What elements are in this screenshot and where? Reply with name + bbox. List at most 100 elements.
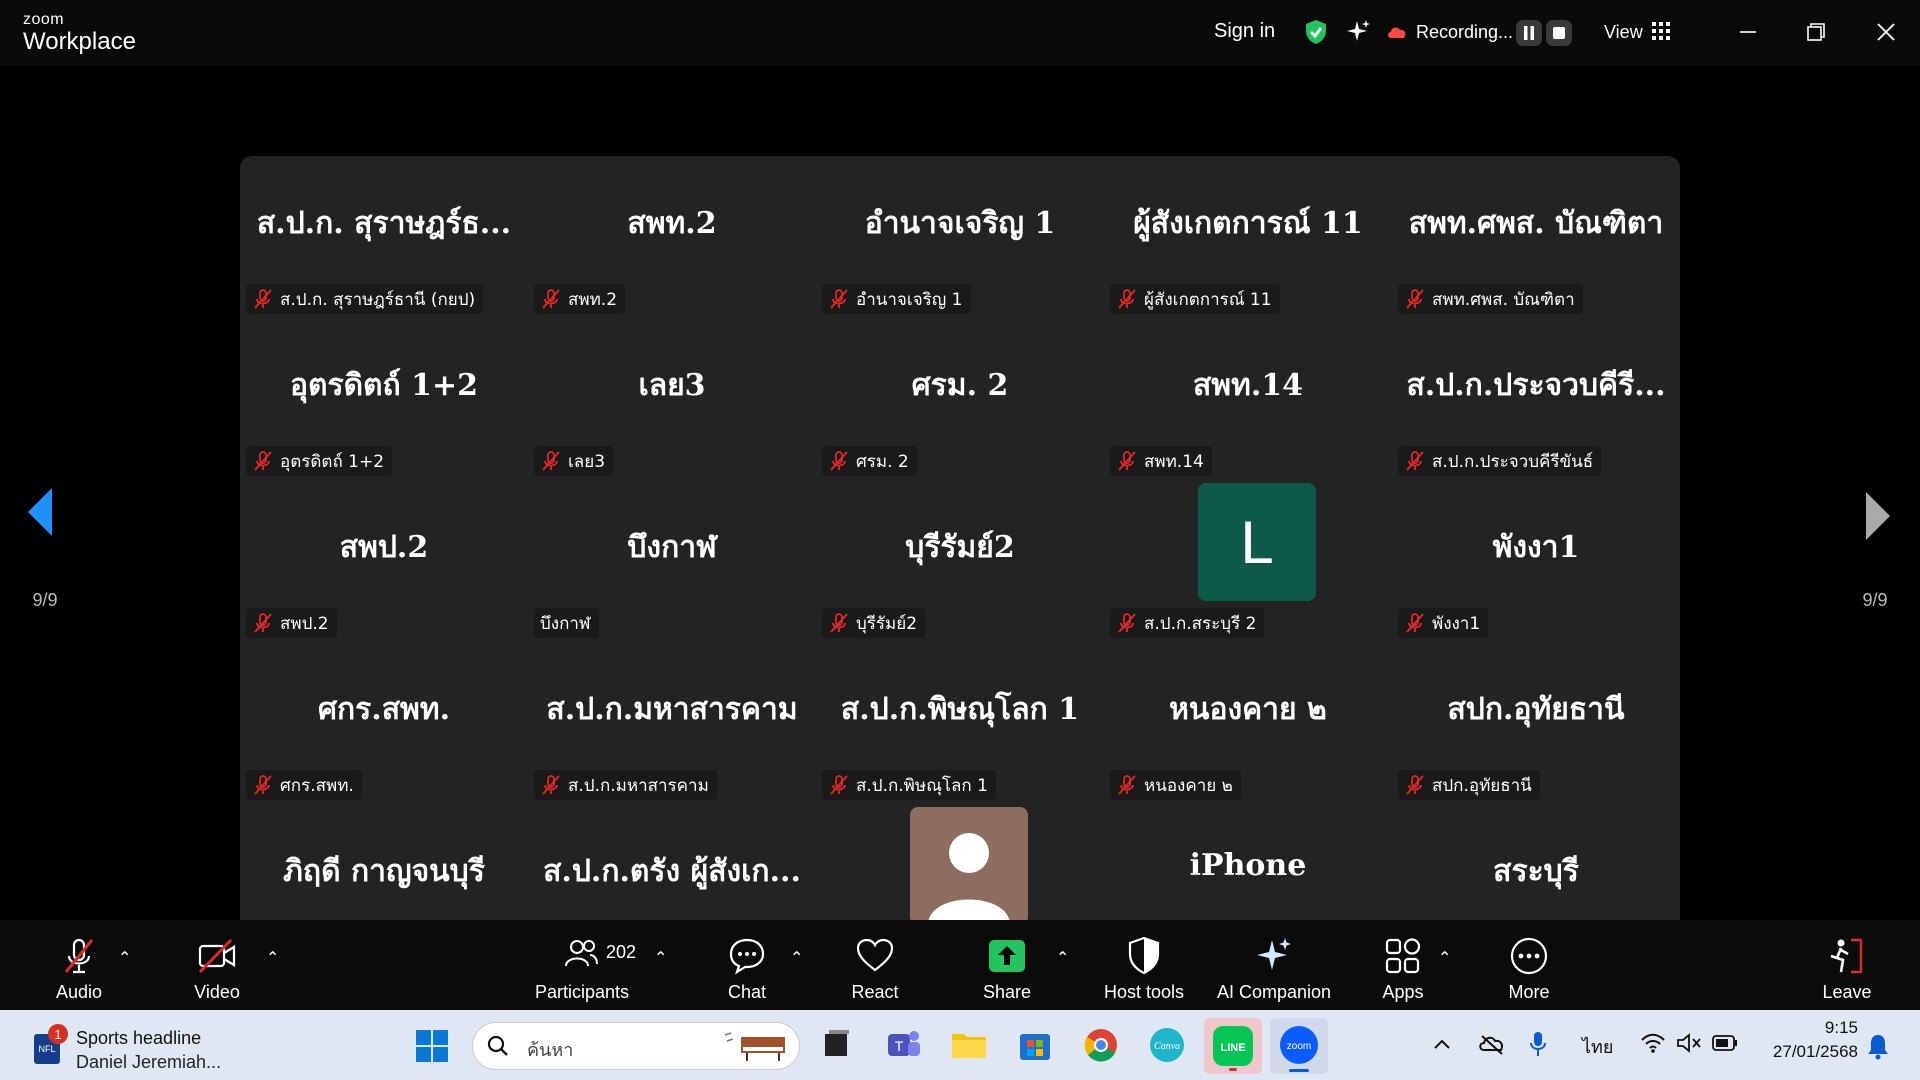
participant-label-text: ส.ป.ก.ประจวบคีรีขันธ์	[1432, 451, 1594, 472]
react-button[interactable]: React	[830, 920, 920, 1010]
participant-label-text: สพป.2	[280, 613, 329, 634]
apps-button[interactable]: Apps	[1358, 920, 1448, 1010]
share-screen-icon	[989, 940, 1025, 972]
ai-companion-button[interactable]: AI Companion	[1212, 920, 1336, 1010]
audio-button[interactable]: Audio	[34, 920, 124, 1010]
video-stage: 9/9 9/9 ส.ป.ก. สุราษฎร์ธ... ส.ป.ก. สุราษฎ…	[0, 66, 1920, 966]
leave-button[interactable]: Leave	[1802, 920, 1892, 1010]
zoom-taskbar-icon[interactable]: zoom	[1270, 1018, 1328, 1074]
video-options-caret-icon[interactable]: ⌃	[266, 948, 279, 967]
heart-icon	[856, 938, 894, 972]
close-icon[interactable]	[1872, 18, 1900, 46]
line-icon[interactable]: LINE	[1204, 1018, 1262, 1074]
stop-recording-button[interactable]	[1546, 20, 1572, 46]
participant-label-text: ส.ป.ก.พิษณุโลก 1	[856, 775, 988, 796]
taskbar-search[interactable]: ค้นหา	[472, 1022, 800, 1070]
restore-icon[interactable]	[1802, 18, 1830, 46]
participant-tile[interactable]: ส.ป.ก.มหาสารคาม ส.ป.ก.มหาสารคาม	[528, 642, 816, 804]
participants-button[interactable]: 202 Participants	[528, 920, 636, 1010]
clock-time[interactable]: 9:15	[1762, 1018, 1858, 1038]
participant-tile[interactable]: ศกร.สพท. ศกร.สพท.	[240, 642, 528, 804]
participant-tile[interactable]: ส.ป.ก. สุราษฎร์ธ... ส.ป.ก. สุราษฎร์ธานี (…	[240, 156, 528, 318]
mic-muted-icon	[1406, 289, 1424, 309]
participant-tile[interactable]: ส.ป.ก.ประจวบคีรี... ส.ป.ก.ประจวบคีรีขันธ์	[1392, 318, 1680, 480]
minimize-icon[interactable]	[1734, 18, 1762, 46]
notification-badge: 1	[48, 1024, 68, 1044]
share-button[interactable]: Share	[962, 920, 1052, 1010]
person-placeholder-icon	[928, 833, 1010, 925]
participants-options-caret-icon[interactable]: ⌃	[654, 948, 667, 967]
arrow-left-icon	[28, 488, 52, 536]
ai-sparkle-icon[interactable]	[1344, 18, 1372, 46]
pause-recording-button[interactable]	[1516, 20, 1542, 46]
participant-tile[interactable]: ผู้สังเกตการณ์ 11 ผู้สังเกตการณ์ 11	[1104, 156, 1392, 318]
participant-tile[interactable]: อุตรดิตถ์ 1+2 อุตรดิตถ์ 1+2	[240, 318, 528, 480]
participant-tile[interactable]: สพท.ศพส. บัณฑิตา สพท.ศพส. บัณฑิตา	[1392, 156, 1680, 318]
participant-tile[interactable]: หนองคาย ๒หนองคาย ๒	[1104, 642, 1392, 804]
audio-options-caret-icon[interactable]: ⌃	[118, 948, 131, 967]
participant-tile[interactable]: บึงกาฬ บึงกาฬ	[528, 480, 816, 642]
previous-page-button[interactable]: 9/9	[0, 458, 90, 638]
speaker-muted-icon[interactable]	[1676, 1032, 1702, 1054]
apps-options-caret-icon[interactable]: ⌃	[1438, 948, 1451, 967]
participant-tile[interactable]: สปก.อุทัยธานี สปก.อุทัยธานี	[1392, 642, 1680, 804]
participant-tile[interactable]: L ส.ป.ก.สระบุรี 2	[1104, 480, 1392, 642]
participant-display-name: สพป.2	[339, 530, 429, 565]
participant-tile[interactable]: พังงา1 พังงา1	[1392, 480, 1680, 642]
participant-tile[interactable]: สพป.2 สพป.2	[240, 480, 528, 642]
chrome-icon[interactable]	[1080, 1024, 1122, 1066]
participant-tile[interactable]: อำนาจเจริญ 1 อำนาจเจริญ 1	[816, 156, 1104, 318]
notification-bell-icon[interactable]	[1866, 1032, 1890, 1060]
participant-tile[interactable]: สพท.2 สพท.2	[528, 156, 816, 318]
input-language[interactable]: ไทย	[1582, 1032, 1613, 1061]
page-indicator-right: 9/9	[1862, 590, 1888, 610]
canva-text: Canva	[1154, 1041, 1180, 1052]
host-tools-button[interactable]: Host tools	[1096, 920, 1192, 1010]
ai-companion-sparkle-icon	[1257, 938, 1291, 970]
participant-tile[interactable]: เลย3 เลย3	[528, 318, 816, 480]
participant-tile[interactable]: ส.ป.ก.พิษณุโลก 1 ส.ป.ก.พิษณุโลก 1	[816, 642, 1104, 804]
logo-big-text: Workplace	[23, 28, 136, 55]
mic-muted-icon	[542, 289, 560, 309]
windows-start-icon[interactable]	[414, 1028, 450, 1064]
view-button[interactable]: View	[1604, 22, 1643, 43]
participant-name-label: บุรีรัมย์2	[822, 608, 926, 638]
participant-label-text: ศกร.สพท.	[280, 775, 354, 796]
microphone-tray-icon[interactable]	[1528, 1030, 1548, 1058]
task-view-icon[interactable]	[815, 1024, 857, 1066]
participant-display-name: ส.ป.ก. สุราษฎร์ธ...	[256, 206, 512, 241]
arrow-right-icon	[1866, 492, 1890, 540]
apps-icon	[1385, 938, 1421, 974]
shield-check-icon[interactable]	[1302, 18, 1330, 46]
wifi-icon[interactable]	[1640, 1032, 1666, 1054]
grid-view-icon[interactable]	[1652, 22, 1670, 40]
teams-icon[interactable]: T	[882, 1024, 924, 1066]
chat-button[interactable]: Chat	[702, 920, 792, 1010]
clock-date[interactable]: 27/01/2568	[1740, 1042, 1858, 1062]
chevron-up-icon[interactable]	[1432, 1034, 1452, 1054]
chat-options-caret-icon[interactable]: ⌃	[790, 948, 803, 967]
participant-tile[interactable]: สพท.14 สพท.14	[1104, 318, 1392, 480]
file-explorer-icon[interactable]	[948, 1024, 990, 1066]
participant-tile[interactable]: บุรีรัมย์2 บุรีรัมย์2	[816, 480, 1104, 642]
logo-small-text: zoom	[23, 11, 65, 28]
mic-muted-icon	[1118, 775, 1136, 795]
canva-icon[interactable]: Canva	[1146, 1024, 1188, 1066]
chat-label: Chat	[727, 982, 767, 1002]
react-label: React	[851, 982, 899, 1002]
participant-tile[interactable]: ศรม. 2 ศรม. 2	[816, 318, 1104, 480]
participant-display-name: ศกร.สพท.	[317, 692, 451, 727]
participant-label-text: ส.ป.ก.มหาสารคาม	[568, 775, 709, 796]
video-label: Video	[194, 982, 240, 1002]
more-button[interactable]: More	[1484, 920, 1574, 1010]
battery-icon[interactable]	[1712, 1034, 1738, 1052]
microsoft-store-icon[interactable]	[1014, 1024, 1056, 1066]
participant-display-name: ภิฤดี กาญจนบุรี	[283, 854, 485, 889]
video-button[interactable]: Video	[172, 920, 262, 1010]
next-page-button[interactable]: 9/9	[1830, 458, 1920, 638]
participant-label-text: ศรม. 2	[856, 451, 909, 472]
sign-in-link[interactable]: Sign in	[1214, 20, 1275, 43]
onedrive-offline-icon[interactable]	[1478, 1032, 1506, 1056]
share-options-caret-icon[interactable]: ⌃	[1056, 948, 1069, 967]
participant-label-text: บึงกาฬ	[540, 613, 591, 634]
